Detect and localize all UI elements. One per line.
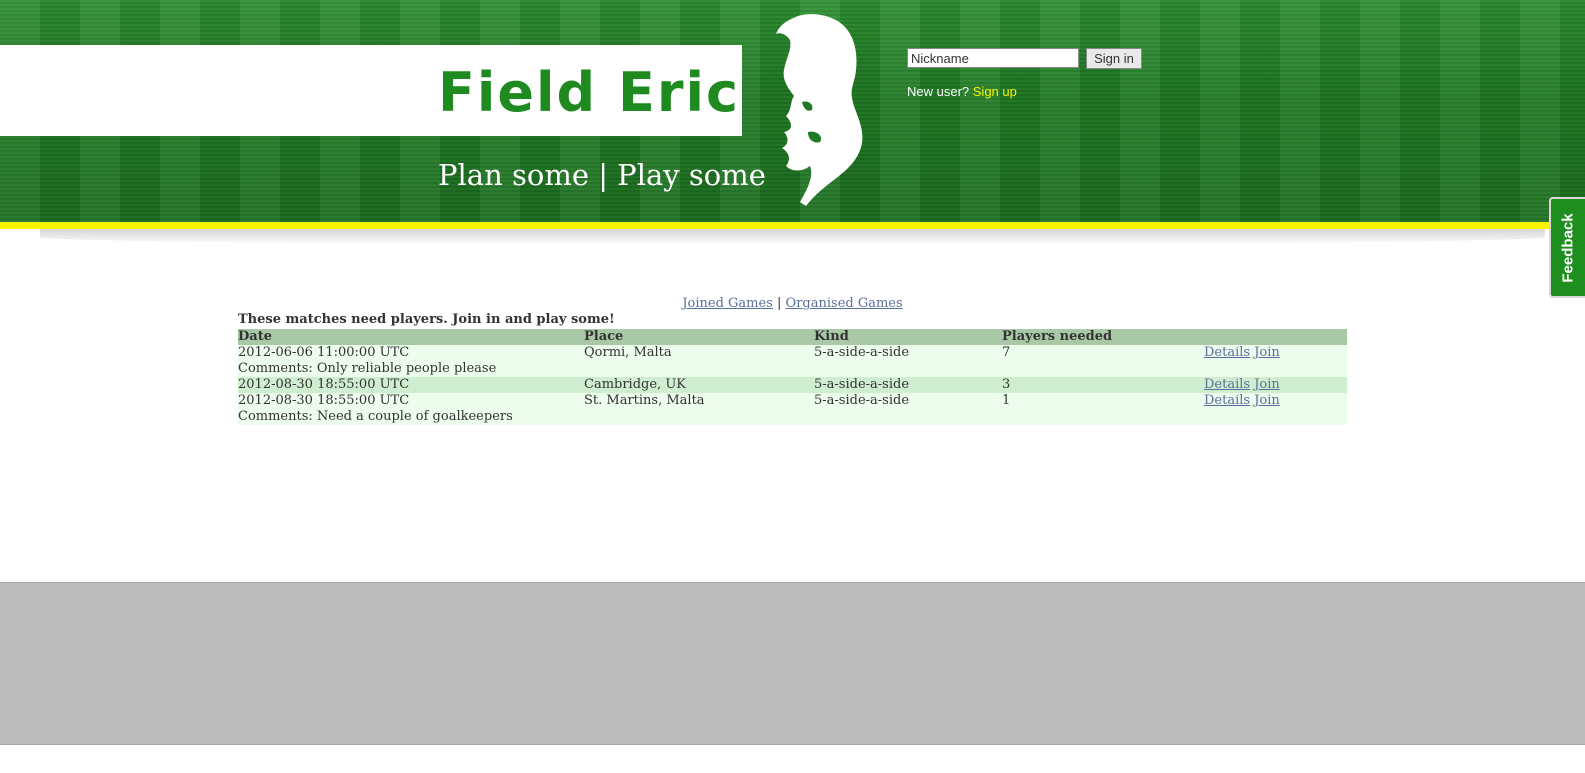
join-link[interactable]: Join — [1254, 393, 1280, 408]
details-link[interactable]: Details — [1204, 377, 1250, 392]
details-link[interactable]: Details — [1204, 345, 1250, 360]
match-place: Qormi, Malta — [584, 345, 814, 361]
matches-table: Date Place Kind Players needed 2012-06-0… — [238, 329, 1347, 425]
footballer-silhouette-icon — [776, 14, 863, 206]
match-players-needed: 7 — [1002, 345, 1204, 361]
sign-up-link[interactable]: Sign up — [973, 84, 1017, 99]
organised-games-link[interactable]: Organised Games — [786, 296, 903, 311]
match-actions: Details Join — [1204, 345, 1347, 361]
match-date: 2012-08-30 18:55:00 UTC — [238, 393, 584, 409]
table-row: 2012-06-06 11:00:00 UTC Qormi, Malta 5-a… — [238, 345, 1347, 361]
matches-intro: These matches need players. Join in and … — [238, 312, 615, 327]
new-user-text: New user? — [907, 84, 970, 99]
match-comments: Comments: Need a couple of goalkeepers — [238, 409, 1347, 425]
match-place: Cambridge, UK — [584, 377, 814, 393]
nav-separator: | — [777, 296, 782, 311]
column-header-kind: Kind — [814, 329, 1002, 345]
match-kind: 5-a-side-a-side — [814, 393, 1002, 409]
match-date: 2012-08-30 18:55:00 UTC — [238, 377, 584, 393]
column-header-players-needed: Players needed — [1002, 329, 1204, 345]
column-header-place: Place — [584, 329, 814, 345]
match-kind: 5-a-side-a-side — [814, 345, 1002, 361]
feedback-tab[interactable]: Feedback — [1549, 197, 1585, 298]
join-link[interactable]: Join — [1254, 345, 1280, 360]
sign-in-button[interactable]: Sign in — [1086, 48, 1142, 69]
header-stripe — [0, 222, 1585, 229]
join-link[interactable]: Join — [1254, 377, 1280, 392]
page-footer — [0, 582, 1585, 745]
feedback-label: Feedback — [1559, 212, 1577, 283]
match-kind: 5-a-side-a-side — [814, 377, 1002, 393]
table-row: 2012-08-30 18:55:00 UTC Cambridge, UK 5-… — [238, 377, 1347, 393]
details-link[interactable]: Details — [1204, 393, 1250, 408]
match-place: St. Martins, Malta — [584, 393, 814, 409]
match-actions: Details Join — [1204, 377, 1347, 393]
table-header-row: Date Place Kind Players needed — [238, 329, 1347, 345]
site-logo[interactable]: Field Eric — [438, 60, 740, 126]
match-players-needed: 3 — [1002, 377, 1204, 393]
games-nav: Joined Games | Organised Games — [0, 296, 1585, 311]
table-row-comments: Comments: Need a couple of goalkeepers — [238, 409, 1347, 425]
table-row: 2012-08-30 18:55:00 UTC St. Martins, Mal… — [238, 393, 1347, 409]
match-comments: Comments: Only reliable people please — [238, 361, 1347, 377]
column-header-actions — [1204, 329, 1347, 345]
site-tagline: Plan some | Play some — [438, 158, 766, 192]
table-row-comments: Comments: Only reliable people please — [238, 361, 1347, 377]
match-date: 2012-06-06 11:00:00 UTC — [238, 345, 584, 361]
nickname-input[interactable] — [907, 48, 1079, 68]
match-players-needed: 1 — [1002, 393, 1204, 409]
new-user-prompt: New user? Sign up — [907, 84, 1017, 99]
column-header-date: Date — [238, 329, 584, 345]
match-actions: Details Join — [1204, 393, 1347, 409]
header-shadow — [40, 229, 1545, 245]
joined-games-link[interactable]: Joined Games — [682, 296, 773, 311]
